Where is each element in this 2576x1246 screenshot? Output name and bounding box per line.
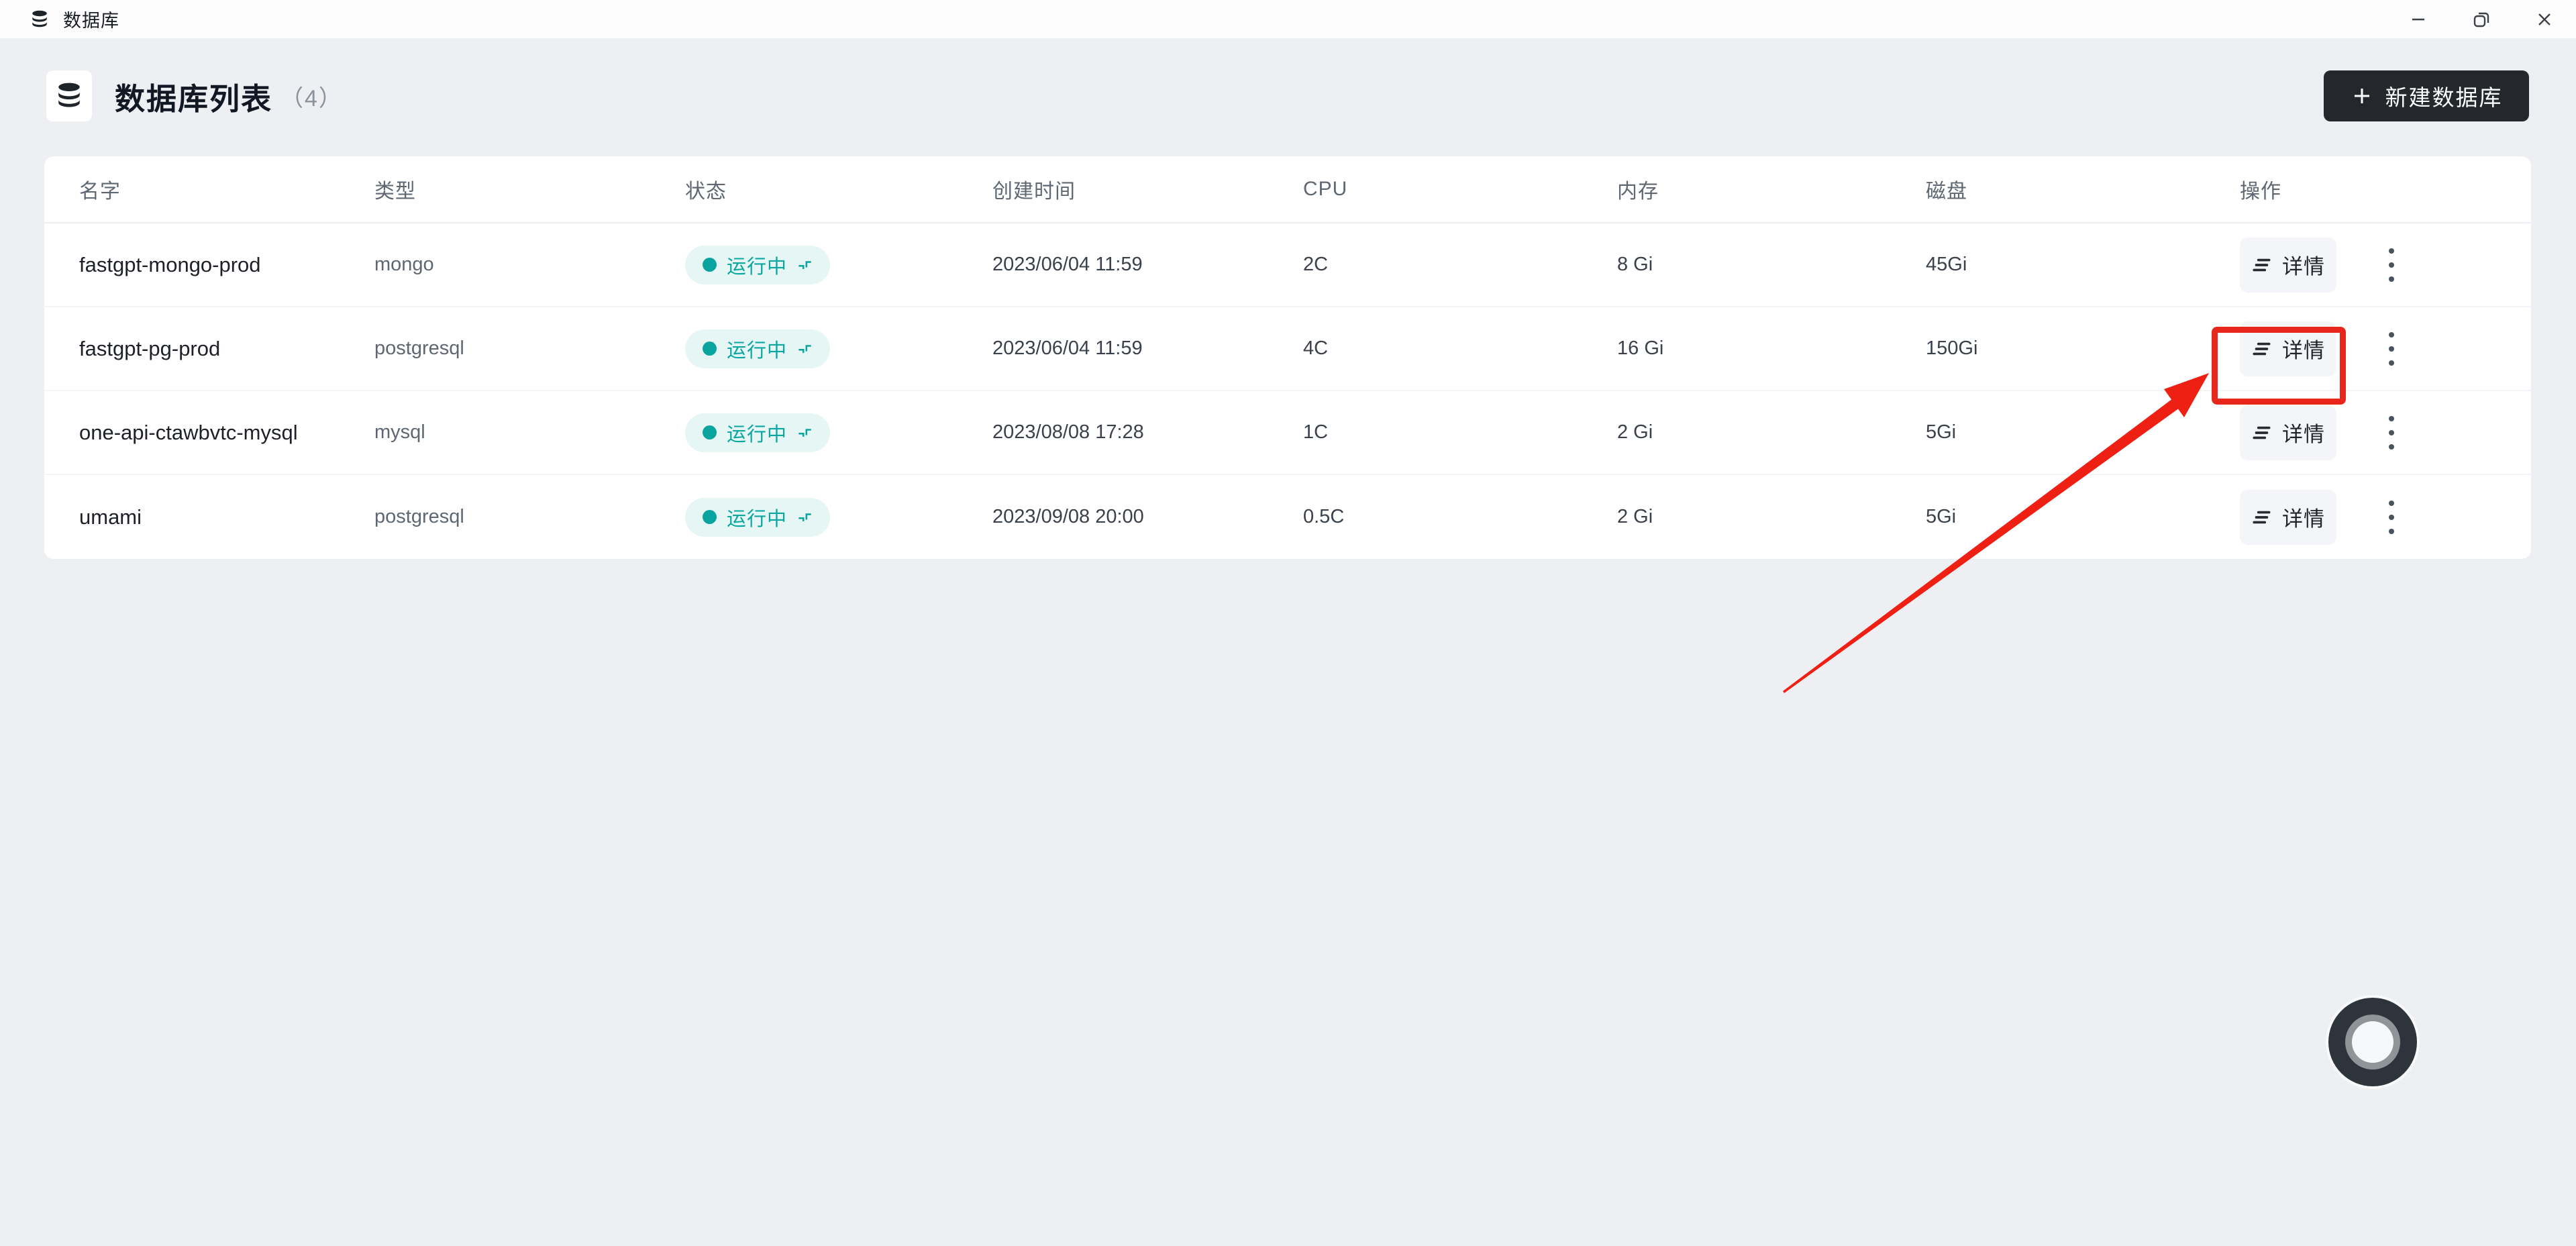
detail-list-icon bbox=[2251, 254, 2273, 276]
detail-button-label: 详情 bbox=[2282, 250, 2325, 280]
table-row[interactable]: fastgpt-mongo-prod mongo 运行中 2023/06/04 … bbox=[44, 223, 2531, 307]
database-count: （4） bbox=[280, 80, 343, 113]
page-header: 数据库列表 （4） bbox=[46, 70, 343, 121]
db-cpu: 0.5C bbox=[1303, 506, 1617, 528]
db-cpu: 2C bbox=[1303, 254, 1617, 276]
detail-list-icon bbox=[2251, 422, 2273, 444]
detail-button-label: 详情 bbox=[2282, 333, 2325, 364]
db-disk: 5Gi bbox=[1926, 421, 2240, 444]
row-menu-button[interactable] bbox=[2377, 490, 2406, 545]
detail-button[interactable]: 详情 bbox=[2240, 238, 2336, 293]
window-controls bbox=[2387, 0, 2576, 38]
window-title: 数据库 bbox=[63, 6, 119, 32]
minimize-button[interactable] bbox=[2387, 0, 2450, 38]
cursor-indicator bbox=[2328, 998, 2417, 1086]
db-memory: 2 Gi bbox=[1617, 421, 1926, 444]
detail-button-highlighted[interactable]: 详情 bbox=[2240, 321, 2336, 376]
db-name: umami bbox=[79, 505, 374, 529]
db-memory: 16 Gi bbox=[1617, 338, 1926, 360]
db-type: postgresql bbox=[374, 506, 685, 528]
db-memory: 8 Gi bbox=[1617, 254, 1926, 276]
status-dot-icon bbox=[703, 425, 717, 439]
db-memory: 2 Gi bbox=[1617, 506, 1926, 528]
status-label: 运行中 bbox=[727, 419, 787, 447]
db-disk: 45Gi bbox=[1926, 254, 2240, 276]
status-label: 运行中 bbox=[727, 503, 787, 531]
db-name: fastgpt-mongo-prod bbox=[79, 253, 374, 277]
status-badge: 运行中 bbox=[685, 246, 830, 284]
status-badge: 运行中 bbox=[685, 329, 830, 368]
plus-icon bbox=[2351, 85, 2373, 107]
pod-corner-icon bbox=[797, 257, 813, 272]
status-label: 运行中 bbox=[727, 251, 787, 279]
db-name: fastgpt-pg-prod bbox=[79, 337, 374, 361]
db-cpu: 1C bbox=[1303, 421, 1617, 444]
detail-button-label: 详情 bbox=[2282, 417, 2325, 448]
table-header-row: 名字 类型 状态 创建时间 CPU 内存 磁盘 操作 bbox=[44, 156, 2531, 223]
app-icon-tile bbox=[46, 70, 92, 121]
restore-button[interactable] bbox=[2450, 0, 2513, 38]
app-window: 数据库 数 bbox=[0, 0, 2576, 1246]
row-menu-button[interactable] bbox=[2377, 321, 2406, 376]
new-database-button-label: 新建数据库 bbox=[2385, 80, 2503, 112]
detail-list-icon bbox=[2251, 338, 2273, 360]
column-header-type: 类型 bbox=[374, 174, 685, 204]
database-table: 名字 类型 状态 创建时间 CPU 内存 磁盘 操作 fastgpt-mongo… bbox=[44, 156, 2531, 559]
table-row[interactable]: umami postgresql 运行中 2023/09/08 20:00 0.… bbox=[44, 475, 2531, 559]
column-header-status: 状态 bbox=[685, 174, 992, 204]
db-created-time: 2023/06/04 11:59 bbox=[992, 254, 1303, 276]
window-titlebar: 数据库 bbox=[0, 0, 2576, 38]
db-created-time: 2023/09/08 20:00 bbox=[992, 506, 1303, 528]
column-header-name: 名字 bbox=[79, 174, 374, 204]
db-created-time: 2023/08/08 17:28 bbox=[992, 421, 1303, 444]
page-title: 数据库列表 bbox=[115, 74, 272, 118]
status-dot-icon bbox=[703, 258, 717, 272]
db-disk: 150Gi bbox=[1926, 338, 2240, 360]
detail-list-icon bbox=[2251, 507, 2273, 528]
detail-button[interactable]: 详情 bbox=[2240, 490, 2336, 545]
status-dot-icon bbox=[703, 342, 717, 356]
db-created-time: 2023/06/04 11:59 bbox=[992, 338, 1303, 360]
column-header-cpu: CPU bbox=[1303, 178, 1617, 201]
detail-button[interactable]: 详情 bbox=[2240, 405, 2336, 460]
database-icon bbox=[54, 81, 84, 111]
db-disk: 5Gi bbox=[1926, 506, 2240, 528]
database-icon bbox=[30, 9, 50, 30]
status-badge: 运行中 bbox=[685, 498, 830, 537]
detail-button-label: 详情 bbox=[2282, 502, 2325, 532]
column-header-memory: 内存 bbox=[1617, 174, 1926, 204]
row-menu-button[interactable] bbox=[2377, 405, 2406, 460]
db-type: mongo bbox=[374, 254, 685, 276]
table-row[interactable]: one-api-ctawbvtc-mysql mysql 运行中 2023/08… bbox=[44, 391, 2531, 475]
column-header-actions: 操作 bbox=[2240, 174, 2531, 204]
db-cpu: 4C bbox=[1303, 338, 1617, 360]
db-name: one-api-ctawbvtc-mysql bbox=[79, 421, 374, 445]
pod-corner-icon bbox=[797, 341, 813, 356]
status-label: 运行中 bbox=[727, 335, 787, 363]
pod-corner-icon bbox=[797, 509, 813, 525]
table-row[interactable]: fastgpt-pg-prod postgresql 运行中 2023/06/0… bbox=[44, 307, 2531, 391]
close-button[interactable] bbox=[2513, 0, 2576, 38]
row-menu-button[interactable] bbox=[2377, 238, 2406, 293]
column-header-created: 创建时间 bbox=[992, 174, 1303, 204]
pod-corner-icon bbox=[797, 425, 813, 440]
column-header-disk: 磁盘 bbox=[1926, 174, 2240, 204]
new-database-button[interactable]: 新建数据库 bbox=[2324, 70, 2529, 121]
db-type: mysql bbox=[374, 421, 685, 444]
db-type: postgresql bbox=[374, 338, 685, 360]
status-dot-icon bbox=[703, 510, 717, 524]
status-badge: 运行中 bbox=[685, 413, 830, 452]
